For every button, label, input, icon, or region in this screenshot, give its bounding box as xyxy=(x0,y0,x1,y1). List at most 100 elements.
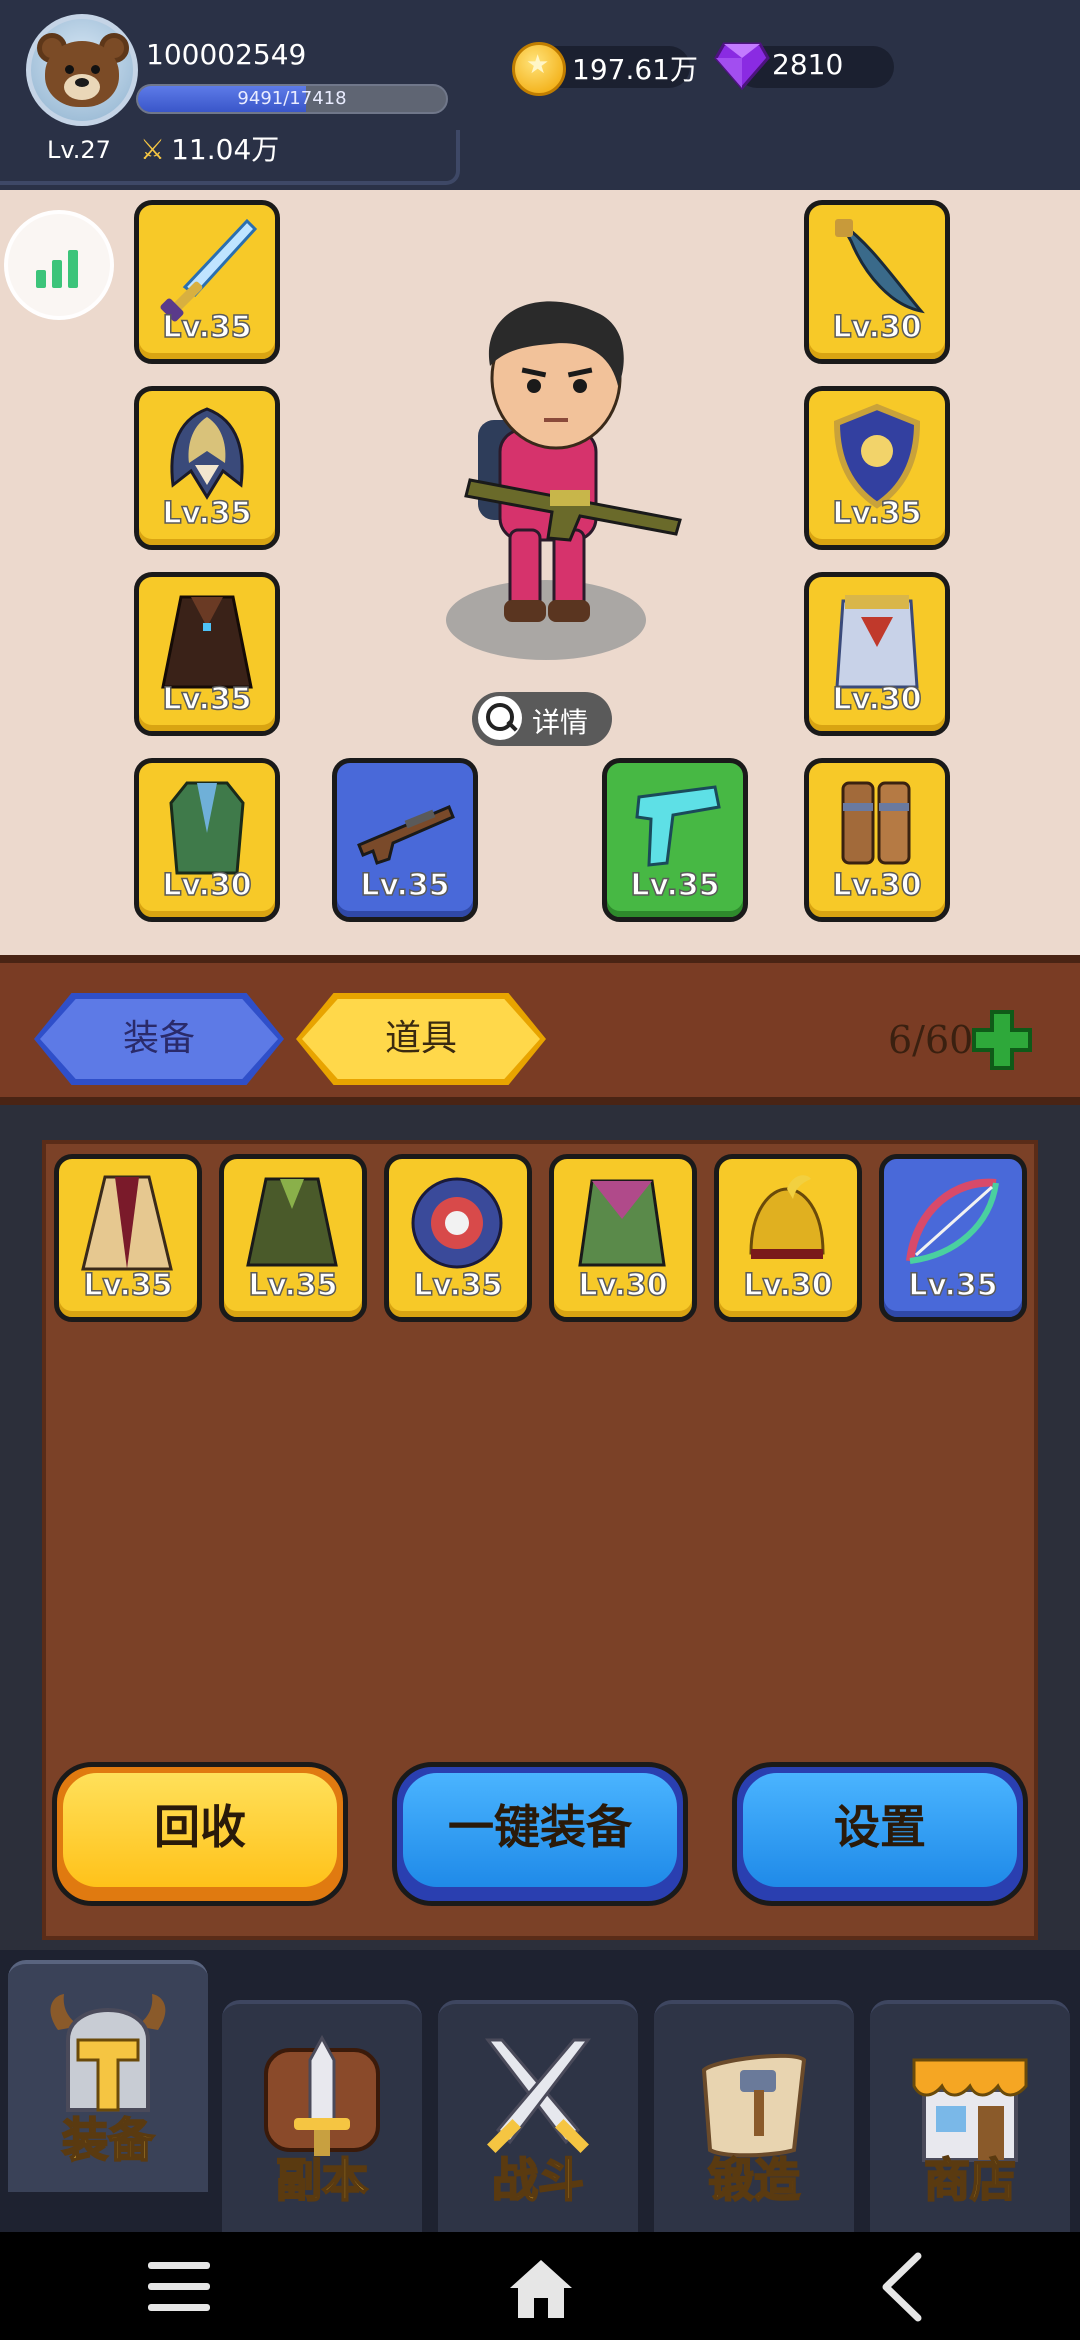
slot-level: Lv.35 xyxy=(832,495,923,532)
crossbow-icon xyxy=(906,1178,999,1264)
armor-icon xyxy=(835,595,919,689)
nav-equipment-label: 装备 xyxy=(61,2112,155,2168)
item-level: Lv.35 xyxy=(413,1267,504,1304)
equip-slot-weapon[interactable]: Lv.35 xyxy=(134,200,280,364)
item-level: Lv.30 xyxy=(743,1267,834,1304)
recent-apps-menu-icon[interactable] xyxy=(148,2258,210,2316)
tab-items-label: 道具 xyxy=(384,1018,457,1059)
slot-level: Lv.35 xyxy=(360,867,451,904)
detail-label: 详情 xyxy=(532,706,589,739)
equip-slot-secondary-gun[interactable]: Lv.35 xyxy=(602,758,748,922)
gold-coin-icon xyxy=(512,42,566,96)
equip-slot-coat[interactable]: Lv.30 xyxy=(134,758,280,922)
signal-bars-icon xyxy=(36,250,78,288)
equip-slot-armor[interactable]: Lv.30 xyxy=(804,572,950,736)
combat-power-value: 11.04万 xyxy=(171,133,280,166)
equip-slot-helmet[interactable]: Lv.35 xyxy=(134,386,280,550)
nav-forge-label: 锻造 xyxy=(707,2152,801,2208)
game-screen: { "player": { "id": "100002549", "level"… xyxy=(0,0,1080,2340)
scimitar-icon xyxy=(835,219,925,314)
player-id: 100002549 xyxy=(146,38,307,71)
golden-helmet-icon xyxy=(749,1175,825,1259)
pistol-icon xyxy=(635,785,721,867)
equip-slot-scimitar[interactable]: Lv.30 xyxy=(804,200,950,364)
inventory-item[interactable]: Lv.30 xyxy=(714,1154,862,1322)
detail-button[interactable]: 详情 xyxy=(472,692,612,746)
player-avatar[interactable] xyxy=(26,14,138,126)
helmet-icon xyxy=(170,407,244,500)
slot-level: Lv.30 xyxy=(162,867,253,904)
menu-line xyxy=(148,2262,210,2269)
crest-shield-icon xyxy=(411,1177,503,1269)
slot-level: Lv.30 xyxy=(832,867,923,904)
settings-label: 设置 xyxy=(834,1800,926,1854)
nav-battle-label: 战斗 xyxy=(491,2152,585,2208)
back-icon[interactable] xyxy=(878,2252,924,2322)
nav-shop-label: 商店 xyxy=(923,2152,1017,2208)
xp-bar: 9491/17418 xyxy=(136,84,448,114)
menu-line xyxy=(148,2304,210,2311)
menu-line xyxy=(148,2283,210,2290)
crossed-swords-icon: ⚔ xyxy=(140,133,166,166)
item-level: Lv.30 xyxy=(578,1267,669,1304)
auto-equip-button[interactable]: 一键装备 xyxy=(392,1762,688,1906)
equip-slot-primary-gun[interactable]: Lv.35 xyxy=(332,758,478,922)
nav-forge[interactable]: 锻造 xyxy=(654,2000,854,2232)
home-icon[interactable] xyxy=(506,2256,576,2320)
shield-icon xyxy=(833,403,921,509)
inventory-item[interactable]: Lv.35 xyxy=(384,1154,532,1322)
nav-dungeon[interactable]: 副本 xyxy=(222,2000,422,2232)
inventory-capacity: 6/60 xyxy=(888,1018,974,1062)
equip-slot-cloak[interactable]: Lv.35 xyxy=(134,572,280,736)
slot-level: Lv.30 xyxy=(832,681,923,718)
inventory-item[interactable]: Lv.35 xyxy=(879,1154,1027,1322)
tab-items[interactable]: 道具 xyxy=(296,993,546,1085)
gem-value: 2810 xyxy=(772,48,844,81)
cloak-icon xyxy=(161,595,253,689)
tab-equipment-label: 装备 xyxy=(122,1018,195,1059)
sword-icon xyxy=(160,218,258,322)
network-status-button[interactable] xyxy=(4,210,114,320)
equip-slot-shield[interactable]: Lv.35 xyxy=(804,386,950,550)
inventory-item[interactable]: Lv.35 xyxy=(54,1154,202,1322)
slot-level: Lv.35 xyxy=(630,867,721,904)
slot-level: Lv.35 xyxy=(162,681,253,718)
hero-character xyxy=(446,301,682,660)
equip-slot-boots[interactable]: Lv.30 xyxy=(804,758,950,922)
jacket-icon xyxy=(246,1177,338,1267)
slot-level: Lv.30 xyxy=(832,309,923,346)
boots-icon xyxy=(841,781,911,865)
nav-equipment[interactable]: 装备 xyxy=(8,1960,208,2192)
tab-equipment[interactable]: 装备 xyxy=(34,993,284,1085)
inventory-item[interactable]: Lv.35 xyxy=(219,1154,367,1322)
slot-level: Lv.35 xyxy=(162,309,253,346)
magnifier-icon xyxy=(478,696,522,740)
item-level: Lv.35 xyxy=(908,1267,999,1304)
auto-equip-label: 一键装备 xyxy=(448,1800,632,1854)
vest-icon xyxy=(578,1179,666,1267)
nav-shop[interactable]: 商店 xyxy=(870,2000,1070,2232)
tab-equipment-face: 装备 xyxy=(40,999,278,1079)
bear-nose xyxy=(75,78,89,87)
robe-icon xyxy=(81,1175,173,1271)
slot-level: Lv.35 xyxy=(162,495,253,532)
bear-eye-right xyxy=(91,65,100,74)
add-capacity-plus-icon[interactable] xyxy=(970,1008,1034,1072)
xp-text: 9491/17418 xyxy=(237,88,347,109)
settings-button[interactable]: 设置 xyxy=(732,1762,1028,1906)
recycle-button[interactable]: 回收 xyxy=(52,1762,348,1906)
purple-gem-icon xyxy=(714,42,770,90)
bear-eye-left xyxy=(65,65,74,74)
nav-battle[interactable]: 战斗 xyxy=(438,2000,638,2232)
rifle-icon xyxy=(357,805,455,865)
coin-value: 197.61万 xyxy=(572,53,698,86)
combat-power: ⚔ 11.04万 xyxy=(140,128,279,168)
tab-items-face: 道具 xyxy=(302,999,540,1079)
item-level: Lv.35 xyxy=(83,1267,174,1304)
player-level: Lv.27 xyxy=(47,136,111,164)
recycle-label: 回收 xyxy=(154,1800,246,1854)
inventory-item[interactable]: Lv.30 xyxy=(549,1154,697,1322)
coat-icon xyxy=(169,781,245,875)
item-level: Lv.35 xyxy=(248,1267,339,1304)
nav-dungeon-label: 副本 xyxy=(275,2152,369,2208)
